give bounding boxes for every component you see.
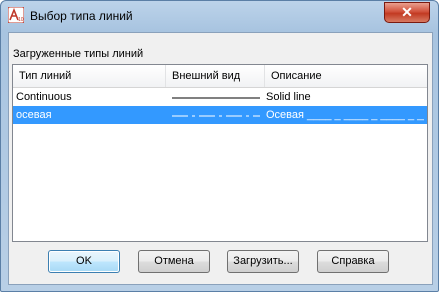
linetype-name: Continuous bbox=[16, 91, 72, 103]
dialog-client: Загруженные типы линий Тип линий Внешний… bbox=[8, 32, 433, 285]
table-row-selected[interactable]: осевая Осевая ____ _ ____ _ ____ _ ____ … bbox=[13, 106, 427, 124]
linetype-preview-continuous bbox=[172, 97, 260, 99]
linetype-preview-center bbox=[172, 115, 260, 117]
column-header-linetype[interactable]: Тип линий bbox=[13, 65, 166, 87]
autocad-app-icon: 10 bbox=[8, 7, 24, 23]
table-row[interactable]: Continuous Solid line bbox=[13, 88, 427, 106]
list-header: Тип линий Внешний вид Описание bbox=[13, 65, 427, 88]
help-button[interactable]: Справка bbox=[317, 250, 389, 273]
dialog-window: 10 Выбор типа линий ✕ Загруженные типы л… bbox=[0, 0, 439, 292]
linetype-description: Solid line bbox=[266, 91, 311, 103]
column-header-appearance[interactable]: Внешний вид bbox=[166, 65, 265, 87]
linetype-description: Осевая ____ _ ____ _ ____ _ ____ _ bbox=[266, 109, 424, 121]
load-button[interactable]: Загрузить... bbox=[227, 250, 299, 273]
column-header-description[interactable]: Описание bbox=[265, 65, 427, 87]
linetype-name: осевая bbox=[16, 109, 52, 121]
ok-button[interactable]: OK bbox=[48, 250, 120, 273]
cancel-button[interactable]: Отмена bbox=[138, 250, 210, 273]
svg-text:10: 10 bbox=[18, 17, 24, 23]
close-button[interactable]: ✕ bbox=[384, 2, 430, 23]
title-bar[interactable]: 10 Выбор типа линий ✕ bbox=[1, 1, 438, 31]
loaded-linetypes-label: Загруженные типы линий bbox=[13, 48, 144, 60]
linetype-list[interactable]: Тип линий Внешний вид Описание Continuou… bbox=[12, 64, 428, 242]
close-icon: ✕ bbox=[401, 4, 413, 20]
window-title: Выбор типа линий bbox=[30, 9, 133, 23]
